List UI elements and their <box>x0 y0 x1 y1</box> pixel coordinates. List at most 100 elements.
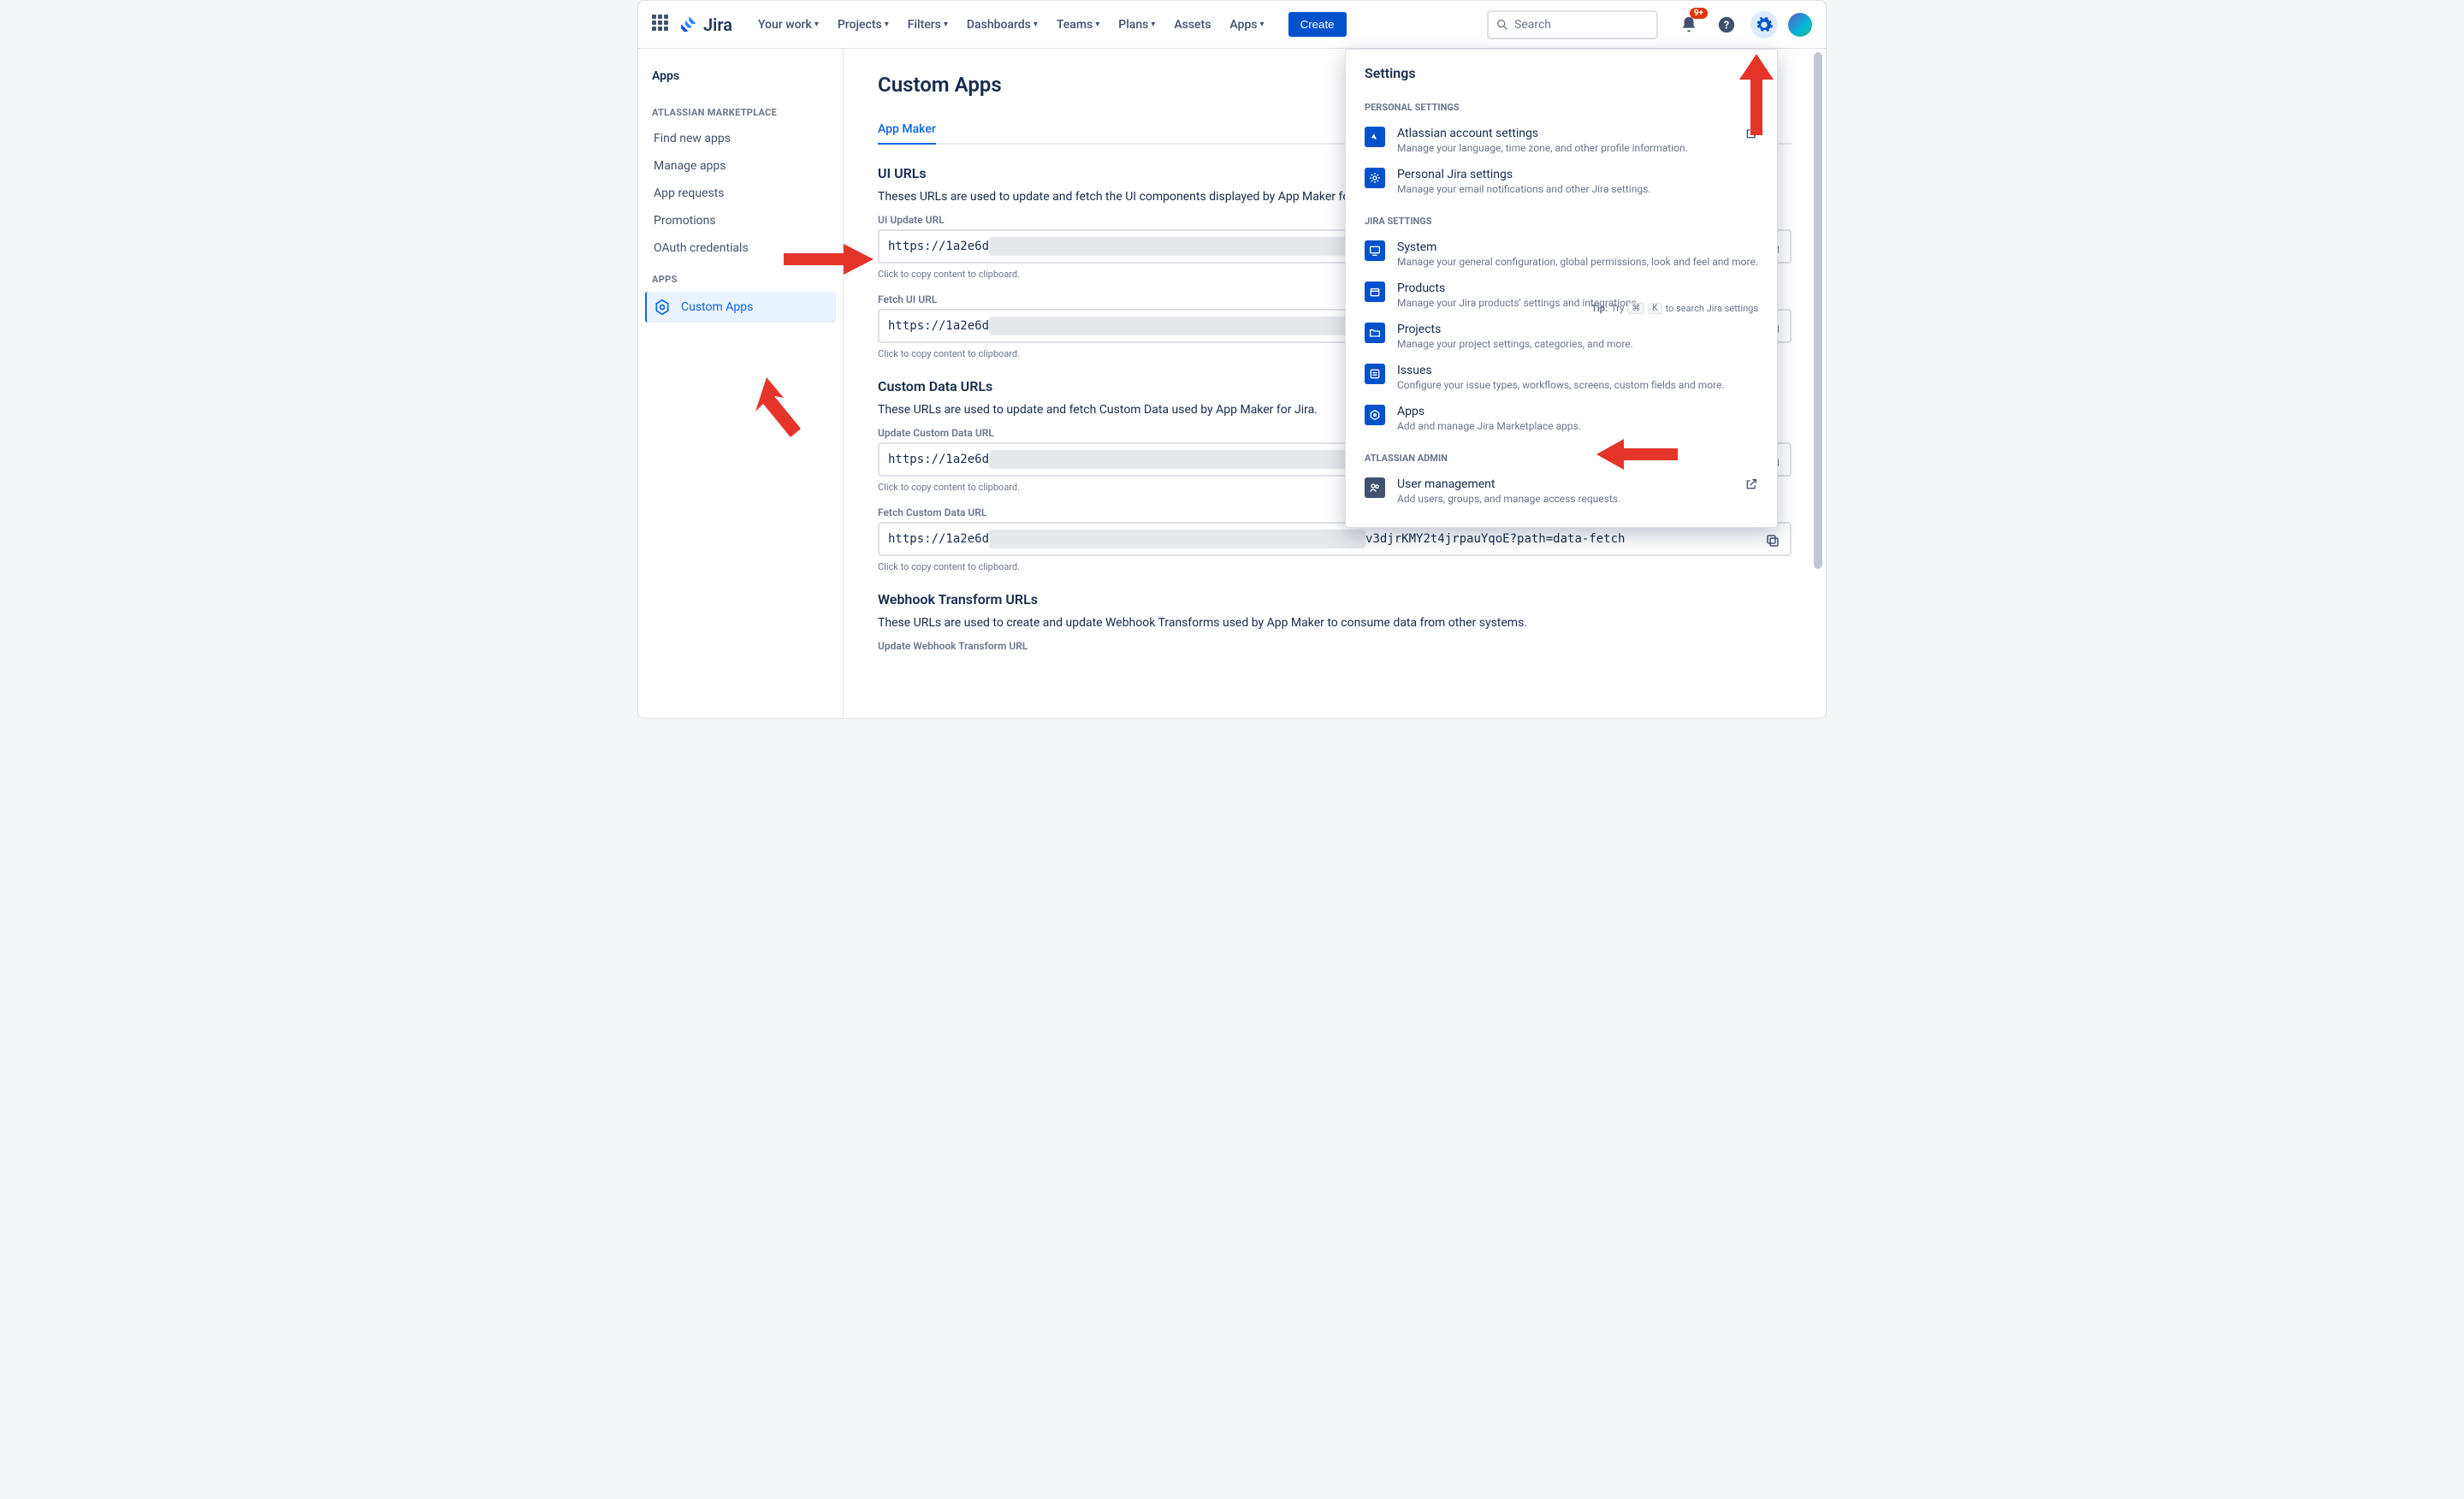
gear-icon <box>1365 168 1385 188</box>
hex-icon <box>1365 405 1385 425</box>
settings-row-system[interactable]: System Manage your general configuration,… <box>1346 234 1777 275</box>
settings-row-subtitle: Manage your language, time zone, and oth… <box>1397 142 1732 154</box>
search-placeholder: Search <box>1514 18 1551 32</box>
jira-wordmark: Jira <box>703 15 732 35</box>
notification-badge: 9+ <box>1690 8 1708 19</box>
chevron-down-icon: ▾ <box>1151 20 1155 29</box>
tab-app-maker[interactable]: App Maker <box>878 116 936 145</box>
field-label-update-webhook: Update Webhook Transform URL <box>878 640 1792 652</box>
url-redacted: x <box>989 237 1372 256</box>
settings-row-subtitle: Manage your general configuration, globa… <box>1397 256 1758 268</box>
nav-plans[interactable]: Plans▾ <box>1110 13 1164 37</box>
jira-icon <box>679 15 700 35</box>
external-link-icon <box>1744 127 1758 144</box>
settings-row-title: Atlassian account settings <box>1397 127 1732 140</box>
settings-row-subtitle: Configure your issue types, workflows, s… <box>1397 379 1758 391</box>
settings-row-subtitle: Add users, groups, and manage access req… <box>1397 493 1732 505</box>
settings-row-personal-jira-settings[interactable]: Personal Jira settings Manage your email … <box>1346 161 1777 202</box>
nav-your-work[interactable]: Your work▾ <box>749 13 827 37</box>
sidebar-item-promotions[interactable]: Promotions <box>645 207 836 234</box>
atl-icon <box>1365 127 1385 147</box>
list-icon <box>1365 364 1385 384</box>
settings-dropdown: Settings PERSONAL SETTINGS Atlassian acc… <box>1345 49 1778 528</box>
avatar[interactable] <box>1788 13 1812 37</box>
settings-row-subtitle: Add and manage Jira Marketplace apps. <box>1397 420 1758 432</box>
settings-title: Settings <box>1346 65 1777 88</box>
nav-apps[interactable]: Apps▾ <box>1221 13 1272 37</box>
url-suffix: v3djrKMY2t4jrpauYqoE?path=data-fetch <box>1365 532 1625 546</box>
sidebar-item-manage-apps[interactable]: Manage apps <box>645 152 836 180</box>
settings-row-user-management[interactable]: User management Add users, groups, and ma… <box>1346 471 1777 512</box>
sidebar-item-label: Custom Apps <box>681 300 753 314</box>
settings-row-title: Issues <box>1397 364 1758 377</box>
search-icon <box>1496 18 1509 32</box>
box-icon <box>1365 281 1385 302</box>
nav-teams[interactable]: Teams▾ <box>1048 13 1108 37</box>
create-button[interactable]: Create <box>1288 12 1347 37</box>
nav-projects[interactable]: Projects▾ <box>829 13 897 37</box>
copy-icon <box>1765 533 1780 548</box>
section-desc-webhook: These URLs are used to create and update… <box>878 616 1792 630</box>
nav-dashboards[interactable]: Dashboards▾ <box>958 13 1046 37</box>
chevron-down-icon: ▾ <box>1034 20 1038 29</box>
sidebar-item-app-requests[interactable]: App requests <box>645 180 836 207</box>
help-button[interactable]: ? <box>1713 11 1740 39</box>
settings-row-projects[interactable]: Projects Manage your project settings, ca… <box>1346 316 1777 357</box>
notifications-button[interactable]: 9+ <box>1675 11 1703 39</box>
topbar: Jira Your work▾Projects▾Filters▾Dashboar… <box>638 1 1826 49</box>
url-redacted: x <box>989 317 1372 335</box>
hexagon-icon <box>654 299 671 316</box>
external-link-icon <box>1744 477 1758 495</box>
jira-settings-tip: Tip: Try ⌘ K to search Jira settings <box>1591 303 1758 314</box>
gear-icon <box>1755 15 1774 34</box>
chevron-down-icon: ▾ <box>1095 20 1099 29</box>
svg-text:?: ? <box>1724 19 1729 32</box>
settings-row-title: Apps <box>1397 405 1758 418</box>
sidebar-item-custom-apps[interactable]: Custom Apps <box>645 292 836 323</box>
settings-row-subtitle: Manage your email notifications and othe… <box>1397 183 1758 195</box>
app-switcher-icon[interactable] <box>652 15 672 35</box>
chevron-down-icon: ▾ <box>885 20 889 29</box>
monitor-icon <box>1365 240 1385 261</box>
settings-section-admin: ATLASSIAN ADMIN <box>1346 439 1777 471</box>
scrollbar-thumb[interactable] <box>1814 52 1822 569</box>
nav-assets[interactable]: Assets <box>1165 13 1219 37</box>
url-prefix: https://1a2e6d <box>888 240 989 253</box>
sidebar-section-apps: APPS <box>645 262 836 292</box>
settings-row-title: Personal Jira settings <box>1397 168 1758 181</box>
nav-filters[interactable]: Filters▾ <box>899 13 957 37</box>
sidebar-section-marketplace: ATLASSIAN MARKETPLACE <box>645 95 836 125</box>
folder-icon <box>1365 323 1385 343</box>
section-title-webhook: Webhook Transform URLs <box>878 591 1792 607</box>
users-icon <box>1365 477 1385 498</box>
settings-row-apps[interactable]: Apps Add and manage Jira Marketplace apps… <box>1346 398 1777 439</box>
url-prefix: https://1a2e6d <box>888 532 989 546</box>
chevron-down-icon: ▾ <box>944 20 948 29</box>
sidebar-item-oauth-credentials[interactable]: OAuth credentials <box>645 234 836 262</box>
settings-row-title: Products <box>1397 281 1758 295</box>
search-input[interactable]: Search <box>1487 10 1658 39</box>
copy-button[interactable] <box>1761 529 1785 553</box>
settings-button[interactable] <box>1750 11 1778 39</box>
sidebar-title: Apps <box>645 69 836 95</box>
settings-row-issues[interactable]: Issues Configure your issue types, workfl… <box>1346 357 1777 398</box>
chevron-down-icon: ▾ <box>1260 20 1265 29</box>
settings-row-atlassian-account-settings[interactable]: Atlassian account settings Manage your la… <box>1346 120 1777 161</box>
settings-section-personal: PERSONAL SETTINGS <box>1346 88 1777 120</box>
chevron-down-icon: ▾ <box>814 20 819 29</box>
settings-section-jira: JIRA SETTINGS <box>1346 202 1777 234</box>
url-redacted: x <box>989 530 1365 548</box>
jira-logo[interactable]: Jira <box>679 15 732 35</box>
settings-row-subtitle: Manage your project settings, categories… <box>1397 338 1758 350</box>
help-icon: ? <box>1717 15 1736 34</box>
url-redacted: x <box>989 450 1372 469</box>
url-prefix: https://1a2e6d <box>888 319 989 333</box>
settings-row-title: Projects <box>1397 323 1758 336</box>
url-prefix: https://1a2e6d <box>888 453 989 466</box>
field-hint: Click to copy content to clipboard. <box>878 561 1792 572</box>
sidebar-item-find-new-apps[interactable]: Find new apps <box>645 125 836 152</box>
sidebar: Apps ATLASSIAN MARKETPLACE Find new apps… <box>638 49 844 718</box>
scrollbar[interactable] <box>1812 52 1824 714</box>
settings-row-title: User management <box>1397 477 1732 491</box>
settings-row-title: System <box>1397 240 1758 254</box>
